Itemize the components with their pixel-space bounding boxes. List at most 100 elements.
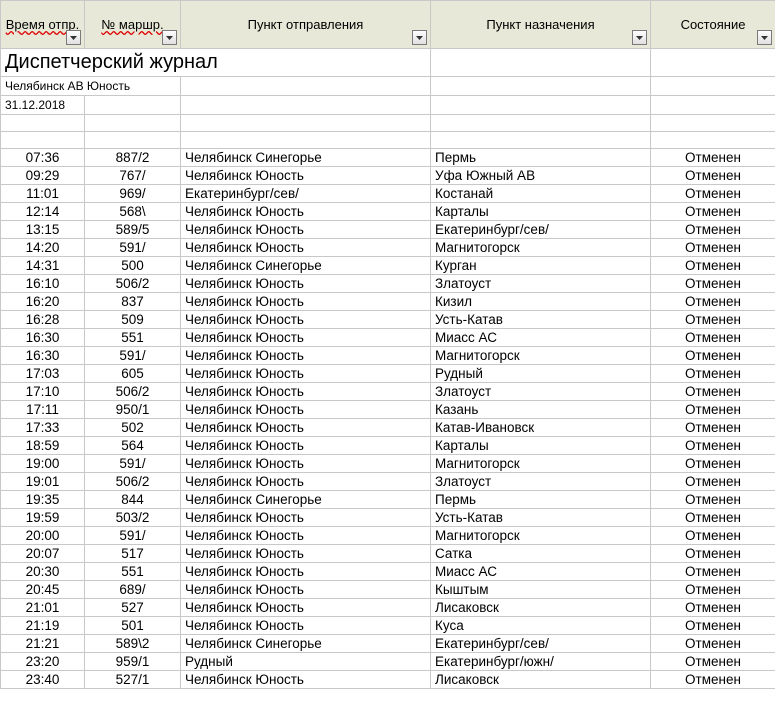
cell-status: Отменен (651, 257, 775, 275)
cell-route: 501 (85, 617, 181, 635)
station-name: Челябинск АВ Юность (1, 77, 181, 96)
cell-time: 19:00 (1, 455, 85, 473)
table-row: 20:07517Челябинск ЮностьСаткаОтменен (1, 545, 775, 563)
cell-departure: Челябинск Юность (181, 401, 431, 419)
cell-destination: Екатеринбург/сев/ (431, 221, 651, 239)
cell-destination: Куса (431, 617, 651, 635)
cell-route: 589\2 (85, 635, 181, 653)
chevron-down-icon (416, 36, 423, 40)
filter-button-route[interactable] (162, 30, 177, 45)
cell-destination: Магнитогорск (431, 455, 651, 473)
filter-button-time[interactable] (66, 30, 81, 45)
cell-route: 767/ (85, 167, 181, 185)
cell-time: 16:10 (1, 275, 85, 293)
cell-route: 517 (85, 545, 181, 563)
cell-time: 16:20 (1, 293, 85, 311)
cell-departure: Челябинск Синегорье (181, 635, 431, 653)
cell-time: 23:20 (1, 653, 85, 671)
cell-destination: Сатка (431, 545, 651, 563)
header-time: Время отпр. (1, 1, 85, 49)
cell-departure: Челябинск Юность (181, 563, 431, 581)
cell-departure: Челябинск Синегорье (181, 491, 431, 509)
cell-status: Отменен (651, 563, 775, 581)
cell-status: Отменен (651, 401, 775, 419)
header-status-label: Состояние (681, 17, 746, 32)
cell-departure: Челябинск Юность (181, 437, 431, 455)
cell-status: Отменен (651, 455, 775, 473)
table-row: 16:10506/2Челябинск ЮностьЗлатоустОтмене… (1, 275, 775, 293)
cell-time: 19:35 (1, 491, 85, 509)
report-date: 31.12.2018 (1, 96, 85, 115)
cell-departure: Челябинск Юность (181, 365, 431, 383)
header-route: № маршр. (85, 1, 181, 49)
cell-status: Отменен (651, 275, 775, 293)
table-row: 12:14568\Челябинск ЮностьКарталыОтменен (1, 203, 775, 221)
cell-time: 20:45 (1, 581, 85, 599)
cell-route: 950/1 (85, 401, 181, 419)
cell-destination: Златоуст (431, 275, 651, 293)
cell-status: Отменен (651, 311, 775, 329)
cell-destination: Казань (431, 401, 651, 419)
table-row: 17:10506/2Челябинск ЮностьЗлатоустОтмене… (1, 383, 775, 401)
cell-route: 564 (85, 437, 181, 455)
cell-route: 591/ (85, 455, 181, 473)
cell-status: Отменен (651, 293, 775, 311)
table-row: 21:21589\2Челябинск СинегорьеЕкатеринбур… (1, 635, 775, 653)
filter-button-destination[interactable] (632, 30, 647, 45)
cell-time: 16:28 (1, 311, 85, 329)
cell-time: 09:29 (1, 167, 85, 185)
cell-route: 837 (85, 293, 181, 311)
table-row: 11:01969/Екатеринбург/сев/КостанайОтмене… (1, 185, 775, 203)
cell-route: 502 (85, 419, 181, 437)
cell-destination: Карталы (431, 203, 651, 221)
cell-destination: Кыштым (431, 581, 651, 599)
table-row: 20:30551Челябинск ЮностьМиасс АСОтменен (1, 563, 775, 581)
cell-route: 500 (85, 257, 181, 275)
cell-route: 527 (85, 599, 181, 617)
cell-time: 23:40 (1, 671, 85, 689)
table-row: 14:31500Челябинск СинегорьеКурганОтменен (1, 257, 775, 275)
table-row: 17:33502Челябинск ЮностьКатав-ИвановскОт… (1, 419, 775, 437)
dispatch-table: Диспетчерский журнал Челябинск АВ Юность… (0, 0, 775, 689)
filter-button-status[interactable] (757, 30, 772, 45)
cell-status: Отменен (651, 203, 775, 221)
cell-destination: Костанай (431, 185, 651, 203)
cell-departure: Челябинск Юность (181, 221, 431, 239)
header-destination: Пункт назначения (431, 1, 651, 49)
cell-time: 21:19 (1, 617, 85, 635)
cell-time: 13:15 (1, 221, 85, 239)
cell-status: Отменен (651, 581, 775, 599)
cell-departure: Екатеринбург/сев/ (181, 185, 431, 203)
table-row: 16:30591/Челябинск ЮностьМагнитогорскОтм… (1, 347, 775, 365)
header-block: Диспетчерский журнал Челябинск АВ Юность… (1, 49, 775, 132)
table-row: 14:20591/Челябинск ЮностьМагнитогорскОтм… (1, 239, 775, 257)
table-row: 18:59564Челябинск ЮностьКарталыОтменен (1, 437, 775, 455)
table-row: 23:40527/1Челябинск ЮностьЛисаковскОтмен… (1, 671, 775, 689)
cell-route: 509 (85, 311, 181, 329)
cell-time: 20:00 (1, 527, 85, 545)
cell-destination: Рудный (431, 365, 651, 383)
cell-route: 589/5 (85, 221, 181, 239)
table-row: 07:36887/2Челябинск СинегорьеПермьОтмене… (1, 149, 775, 167)
cell-route: 568\ (85, 203, 181, 221)
cell-route: 503/2 (85, 509, 181, 527)
cell-status: Отменен (651, 671, 775, 689)
cell-status: Отменен (651, 599, 775, 617)
cell-destination: Екатеринбург/южн/ (431, 653, 651, 671)
cell-destination: Курган (431, 257, 651, 275)
header-route-label: № маршр. (101, 17, 163, 32)
cell-time: 17:10 (1, 383, 85, 401)
cell-route: 689/ (85, 581, 181, 599)
cell-departure: Челябинск Юность (181, 311, 431, 329)
cell-status: Отменен (651, 545, 775, 563)
cell-destination: Кизил (431, 293, 651, 311)
cell-time: 17:33 (1, 419, 85, 437)
cell-status: Отменен (651, 167, 775, 185)
filter-button-departure[interactable] (412, 30, 427, 45)
cell-status: Отменен (651, 527, 775, 545)
cell-destination: Карталы (431, 437, 651, 455)
table-row: 23:20959/1РудныйЕкатеринбург/южн/Отменен (1, 653, 775, 671)
cell-time: 14:20 (1, 239, 85, 257)
header-departure: Пункт отправления (181, 1, 431, 49)
cell-route: 591/ (85, 347, 181, 365)
